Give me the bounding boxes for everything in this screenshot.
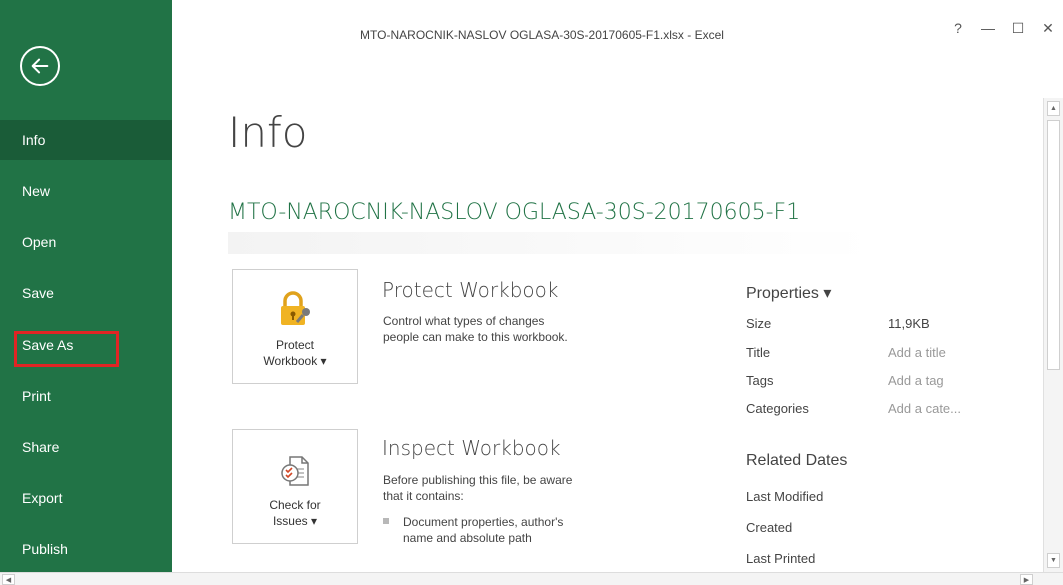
date-label-last-modified: Last Modified xyxy=(746,489,824,504)
nav-export[interactable]: Export xyxy=(0,478,172,518)
protect-workbook-title: Protect Workbook xyxy=(382,278,559,302)
bullet-line-1: Document properties, author's xyxy=(403,515,564,529)
bullet-line-2: name and absolute path xyxy=(403,531,532,545)
prop-label-title: Title xyxy=(746,345,771,360)
inspect-desc-2: that it contains: xyxy=(383,489,464,503)
prop-label-size: Size xyxy=(746,316,772,331)
inspect-desc-1: Before publishing this file, be aware xyxy=(383,473,573,487)
vertical-scroll-thumb[interactable] xyxy=(1047,120,1060,370)
inspect-bullet: Document properties, author's name and a… xyxy=(383,514,563,546)
nav-open[interactable]: Open xyxy=(0,222,172,262)
prop-value-categories[interactable]: Add a cate... xyxy=(888,401,961,416)
backstage-sidebar: Info New Open Save Save As Print Share E… xyxy=(0,0,172,585)
minimize-button[interactable]: — xyxy=(973,18,1003,38)
protect-button-label-2: Workbook ▾ xyxy=(263,354,327,368)
nav-share[interactable]: Share xyxy=(0,427,172,467)
nav-print[interactable]: Print xyxy=(0,376,172,416)
scroll-left-arrow-icon[interactable]: ◀ xyxy=(2,574,15,585)
check-button-label-1: Check for xyxy=(269,498,321,512)
prop-label-categories: Categories xyxy=(746,401,809,416)
scroll-down-arrow-icon[interactable]: ▼ xyxy=(1047,553,1060,568)
prop-label-tags: Tags xyxy=(746,373,774,388)
back-arrow-icon xyxy=(31,58,49,74)
document-check-icon xyxy=(281,456,309,486)
lock-key-icon xyxy=(281,291,310,325)
vertical-scrollbar[interactable]: ▲ ▼ xyxy=(1043,98,1063,572)
related-dates-title: Related Dates xyxy=(746,452,848,469)
window-controls: ? — ☐ ✕ xyxy=(943,18,1063,38)
back-button[interactable] xyxy=(20,46,60,86)
scroll-right-arrow-icon[interactable]: ▶ xyxy=(1020,574,1033,585)
save-as-highlight-box xyxy=(14,331,119,367)
scroll-up-arrow-icon[interactable]: ▲ xyxy=(1047,101,1060,116)
protect-button-label-1: Protect xyxy=(275,338,314,352)
close-button[interactable]: ✕ xyxy=(1033,18,1063,38)
properties-dropdown[interactable]: Properties ▾ xyxy=(746,283,831,303)
protect-desc-1: Control what types of changes xyxy=(383,314,545,328)
check-for-issues-button[interactable]: Check for Issues ▾ xyxy=(232,429,358,544)
help-button[interactable]: ? xyxy=(943,18,973,38)
page-title: Info xyxy=(228,108,308,157)
horizontal-scrollbar[interactable]: ◀ ▶ xyxy=(0,572,1063,585)
prop-value-title[interactable]: Add a title xyxy=(888,345,946,360)
inspect-workbook-title: Inspect Workbook xyxy=(382,436,561,460)
nav-new[interactable]: New xyxy=(0,171,172,211)
check-button-label-2: Issues ▾ xyxy=(272,514,318,528)
window-title: MTO-NAROCNIK-NASLOV OGLASA-30S-20170605-… xyxy=(360,28,724,42)
nav-save[interactable]: Save xyxy=(0,273,172,313)
date-label-last-printed: Last Printed xyxy=(746,551,816,566)
maximize-button[interactable]: ☐ xyxy=(1003,18,1033,38)
file-name-shade xyxy=(228,232,874,254)
file-name: MTO-NAROCNIK-NASLOV OGLASA-30S-20170605-… xyxy=(228,200,801,225)
bullet-square-icon xyxy=(383,518,389,524)
nav-publish[interactable]: Publish xyxy=(0,529,172,569)
title-bar: MTO-NAROCNIK-NASLOV OGLASA-30S-20170605-… xyxy=(172,0,1063,80)
prop-value-size: 11,9KB xyxy=(888,316,930,331)
nav-info[interactable]: Info xyxy=(0,120,172,160)
protect-desc-2: people can make to this workbook. xyxy=(383,330,568,344)
date-label-created: Created xyxy=(746,520,793,535)
protect-workbook-button[interactable]: Protect Workbook ▾ xyxy=(232,269,358,384)
prop-value-tags[interactable]: Add a tag xyxy=(888,373,944,388)
